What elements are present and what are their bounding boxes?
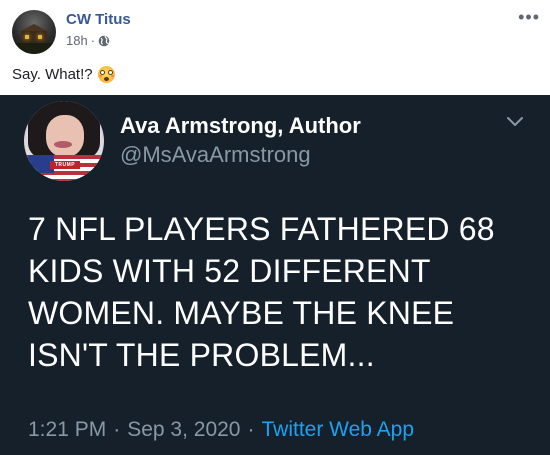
tweet-card: TRUMP Ava Armstrong, Author @MsAvaArmstr… [0, 95, 550, 455]
emoji-blush [110, 75, 114, 77]
tweet-text: 7 NFL PLAYERS FATHERED 68 KIDS WITH 52 D… [28, 211, 495, 373]
avatar-ground [12, 43, 56, 54]
flushed-face-emoji [97, 66, 115, 83]
emoji-blush [98, 75, 102, 77]
tweet-date[interactable]: Sep 3, 2020 [127, 418, 240, 442]
footer-separator: · [247, 418, 255, 441]
footer-separator: · [113, 418, 121, 441]
tweet-avatar[interactable]: TRUMP [24, 101, 104, 181]
avatar-banner: TRUMP [50, 161, 80, 169]
tweet-footer: 1:21 PM · Sep 3, 2020 · Twitter Web App [28, 418, 414, 442]
avatar-window-light [25, 35, 29, 39]
tweet-time[interactable]: 1:21 PM [28, 418, 106, 442]
tweet-author-handle[interactable]: @MsAvaArmstrong [120, 142, 311, 168]
post-time[interactable]: 18h [66, 33, 88, 48]
post-meta: 18h · [66, 33, 110, 48]
globe-icon[interactable] [98, 35, 110, 47]
chevron-down-icon[interactable] [506, 114, 524, 128]
facebook-post: CW Titus 18h · ••• Say. What!? [0, 0, 550, 95]
caption-text: Say. What!? [12, 66, 93, 83]
tweet-source-link[interactable]: Twitter Web App [261, 418, 414, 442]
post-caption: Say. What!? [12, 66, 115, 83]
avatar-window-light [38, 35, 42, 39]
more-options-icon[interactable]: ••• [518, 7, 540, 28]
tweet-author-name[interactable]: Ava Armstrong, Author [120, 113, 361, 139]
avatar-lips [54, 141, 72, 148]
emoji-mouth [103, 77, 109, 81]
poster-avatar[interactable] [12, 10, 56, 54]
meta-separator: · [90, 33, 96, 48]
poster-name[interactable]: CW Titus [66, 11, 131, 28]
avatar-face [46, 115, 84, 157]
